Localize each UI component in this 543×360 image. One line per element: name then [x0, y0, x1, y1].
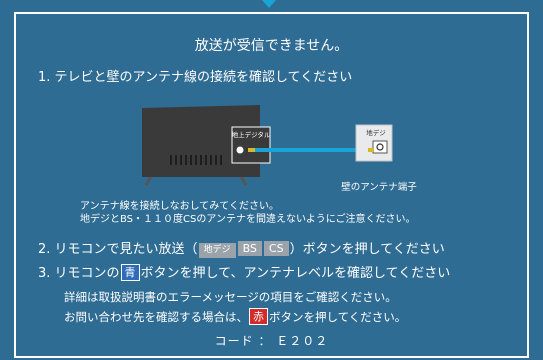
- error-code: コード ： Ｅ２０２: [214, 334, 329, 348]
- step-2-prefix: 2. リモコンで見たい放送（: [38, 242, 198, 257]
- step-2-suffix: ）ボタンを押してください: [289, 242, 445, 257]
- pointer-arrow-icon: [262, 0, 276, 8]
- detail-line-2: お問い合わせ先を確認する場合は、赤ボタンを押してください。: [64, 308, 406, 325]
- detail-line-2-suffix: ボタンを押してください。: [269, 310, 407, 324]
- tv-port-label: 地上デジタル: [232, 130, 271, 139]
- step-3-suffix: ボタンを押して、アンテナレベルを確認してください: [140, 266, 451, 281]
- step-2-text: 2. リモコンで見たい放送（ 地デジ BS CS ）ボタンを押してください: [38, 238, 445, 258]
- detail-line-1: 詳細は取扱説明書のエラーメッセージの項目をご確認ください。: [64, 290, 397, 304]
- detail-line-2-prefix: お問い合わせ先を確認する場合は、: [64, 310, 248, 324]
- step-3-prefix: 3. リモコンの: [38, 266, 120, 281]
- cable-plug-tv: [248, 148, 255, 152]
- cs-button-icon: CS: [263, 241, 289, 256]
- step-3-text: 3. リモコンの青ボタンを押して、アンテナレベルを確認してください: [38, 262, 450, 281]
- wall-outlet-label: 壁のアンテナ端子: [341, 182, 417, 193]
- step-1-text: 1. テレビと壁のアンテナ線の接続を確認してください: [38, 70, 353, 85]
- wall-port-label: 地デジ: [366, 128, 386, 137]
- bs-button-icon: BS: [237, 241, 262, 256]
- blue-button-icon: 青: [120, 264, 140, 281]
- terrestrial-button-icon: 地デジ: [198, 243, 236, 258]
- note-line-2: 地デジとBS・１１０度CSのアンテナを間違えないようにご注意ください。: [80, 214, 416, 225]
- message-title: 放送が受信できません。: [194, 38, 349, 54]
- cable-plug-wall: [368, 148, 374, 152]
- wall-port-frame: [372, 140, 388, 154]
- red-button-icon: 赤: [249, 308, 268, 325]
- tv-port-connector-icon: [236, 146, 244, 154]
